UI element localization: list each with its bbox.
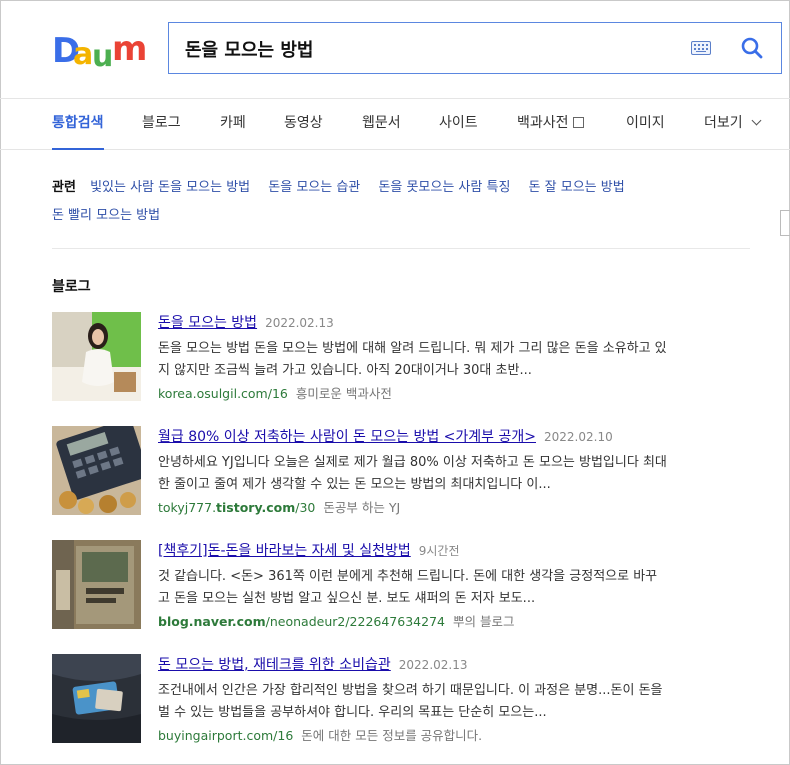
tab-integrated-search[interactable]: 통합검색	[52, 99, 104, 150]
result-url[interactable]: blog.naver.com/neonadeur2/222647634274	[158, 614, 445, 629]
result-thumbnail[interactable]	[52, 312, 141, 401]
tab-site[interactable]: 사이트	[439, 99, 478, 149]
daum-logo[interactable]: D a u m	[52, 29, 148, 74]
tab-images[interactable]: 이미지	[626, 99, 665, 149]
result-desc-line: 한 줄이고 줄여 제가 생각할 수 있는 돈 모으는 방법의 최대치입니다 이.…	[158, 477, 551, 492]
result-item: [책후기]돈-돈을 바라보는 자세 및 실천방법 9시간전 것 같습니다. <돈>…	[52, 540, 750, 640]
related-link[interactable]: 돈을 모으는 습관	[268, 180, 360, 195]
result-title-link[interactable]: 월급 80% 이상 저축하는 사람이 돈 모으는 방법 <가계부 공개>	[158, 429, 536, 445]
tab-label: 사이트	[439, 115, 478, 131]
result-date: 2022.02.13	[398, 658, 468, 672]
result-date: 2022.02.10	[544, 430, 613, 444]
search-icon[interactable]	[741, 37, 763, 59]
url-part: /neonadeur2/222647634274	[265, 614, 445, 629]
result-desc-line: 벌 수 있는 방법들을 공부하셔야 합니다. 우리의 목표는 단순히 모으는..…	[158, 705, 547, 720]
related-searches: 관련 빛있는 사람 돈을 모으는 방법 돈을 모으는 습관 돈을 못모으는 사람…	[52, 174, 750, 230]
tab-encyclopedia[interactable]: 백과사전	[517, 99, 584, 149]
result-date: 9시간전	[418, 544, 460, 558]
related-link[interactable]: 빛있는 사람 돈을 모으는 방법	[90, 180, 250, 195]
result-desc-line: 지 않지만 조금씩 늘려 가고 있습니다. 아직 20대이거나 30대 초반..…	[158, 363, 532, 378]
tab-label: 이미지	[626, 115, 665, 131]
tab-label: 더보기	[704, 115, 743, 131]
tab-label: 동영상	[284, 115, 323, 131]
section-title-blog: 블로그	[52, 279, 91, 295]
tab-label: 웹문서	[362, 115, 401, 131]
related-link[interactable]: 돈 잘 모으는 방법	[529, 180, 625, 195]
result-title-link[interactable]: 돈 모으는 방법, 재테크를 위한 소비습관	[158, 657, 391, 673]
tab-label: 블로그	[142, 115, 181, 131]
tab-blog[interactable]: 블로그	[142, 99, 181, 149]
clipped-control[interactable]	[780, 210, 790, 236]
result-description: 조건내에서 인간은 가장 합리적인 방법을 찾으려 하기 때문입니다. 이 과정…	[158, 680, 750, 724]
result-desc-line: 것 같습니다. <돈> 361쪽 이런 분에게 추천해 드립니다. 돈에 대한 …	[158, 569, 658, 584]
divider	[52, 248, 750, 249]
search-box	[168, 22, 782, 74]
result-date: 2022.02.13	[265, 316, 334, 330]
result-url[interactable]: buyingairport.com/16	[158, 728, 293, 743]
result-source[interactable]: 돈공부 하는 YJ	[323, 500, 400, 515]
result-title-link[interactable]: 돈을 모으는 방법	[158, 315, 257, 331]
result-description: 안녕하세요 YJ입니다 오늘은 실제로 제가 월급 80% 이상 저축하고 돈 …	[158, 452, 750, 496]
result-item: 월급 80% 이상 저축하는 사람이 돈 모으는 방법 <가계부 공개> 2022…	[52, 426, 750, 526]
tab-label: 백과사전	[517, 115, 569, 131]
url-part: tokyj777.	[158, 500, 217, 515]
svg-text:m: m	[112, 30, 145, 69]
svg-text:a: a	[73, 37, 91, 70]
daum-logo-icon: D a u m	[52, 29, 148, 74]
result-item: 돈 모으는 방법, 재테크를 위한 소비습관 2022.02.13 조건내에서 인…	[52, 654, 750, 754]
tab-web-docs[interactable]: 웹문서	[362, 99, 401, 149]
external-link-icon	[572, 117, 584, 128]
result-description: 돈을 모으는 방법 돈을 모으는 방법에 대해 알려 드립니다. 뭐 제가 그리…	[158, 338, 750, 382]
tab-label: 통합검색	[52, 115, 104, 131]
tab-bar: 통합검색 블로그 카페 동영상 웹문서 사이트 백과사전 이미지 더보기	[0, 99, 790, 236]
result-description: 것 같습니다. <돈> 361쪽 이런 분에게 추천해 드립니다. 돈에 대한 …	[158, 566, 750, 610]
tab-video[interactable]: 동영상	[284, 99, 323, 149]
result-title-link[interactable]: [책후기]돈-돈을 바라보는 자세 및 실천방법	[158, 543, 411, 559]
result-thumbnail[interactable]	[52, 426, 141, 515]
result-desc-line: 돈을 모으는 방법 돈을 모으는 방법에 대해 알려 드립니다. 뭐 제가 그리…	[158, 341, 667, 356]
search-input[interactable]	[183, 34, 667, 64]
result-source[interactable]: 뿌의 블로그	[453, 614, 514, 629]
url-part: /30	[295, 500, 316, 515]
tab-label: 카페	[220, 115, 246, 131]
result-desc-line: 안녕하세요 YJ입니다 오늘은 실제로 제가 월급 80% 이상 저축하고 돈 …	[158, 455, 667, 470]
result-url[interactable]: korea.osulgil.com/16	[158, 386, 288, 401]
result-source[interactable]: 돈에 대한 모든 정보를 공유합니다.	[301, 728, 482, 743]
tab-more[interactable]: 더보기	[704, 99, 762, 149]
url-part: tistory.com	[216, 500, 296, 515]
related-link[interactable]: 돈 빨리 모으는 방법	[52, 208, 160, 223]
related-link[interactable]: 돈을 못모으는 사람 특징	[378, 180, 510, 195]
result-desc-line: 조건내에서 인간은 가장 합리적인 방법을 찾으려 하기 때문입니다. 이 과정…	[158, 683, 663, 698]
result-thumbnail[interactable]	[52, 540, 141, 629]
result-thumbnail[interactable]	[52, 654, 141, 743]
header: D a u m	[0, 0, 790, 99]
result-item: 돈을 모으는 방법 2022.02.13 돈을 모으는 방법 돈을 모으는 방법에…	[52, 312, 750, 412]
result-url[interactable]: tokyj777.tistory.com/30	[158, 500, 315, 515]
related-title: 관련	[52, 180, 76, 195]
chevron-down-icon	[751, 115, 762, 126]
result-desc-line: 고 돈을 모으는 실천 방법 알고 싶으신 분. 보도 섀퍼의 돈 저자 보도.…	[158, 591, 536, 606]
tab-cafe[interactable]: 카페	[220, 99, 246, 149]
svg-text:u: u	[92, 39, 111, 70]
url-part: blog.naver.com	[158, 614, 266, 629]
keyboard-icon[interactable]	[691, 41, 711, 55]
result-source[interactable]: 흥미로운 백과사전	[296, 386, 392, 401]
